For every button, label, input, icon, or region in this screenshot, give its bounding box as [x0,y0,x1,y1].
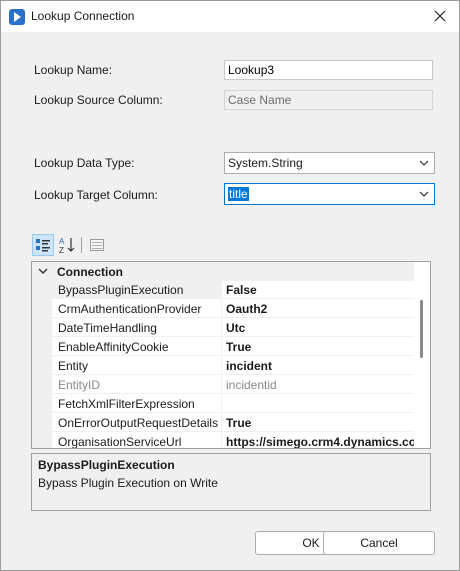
scrollbar-thumb[interactable] [420,300,423,358]
help-description: Bypass Plugin Execution on Write [38,476,218,490]
property-row[interactable]: FetchXmlFilterExpression [32,395,414,414]
property-row[interactable]: DateTimeHandling Utc [32,319,414,338]
property-value[interactable]: False [222,281,414,299]
lookup-source-column-label: Lookup Source Column: [34,93,163,107]
property-value[interactable]: Oauth2 [222,300,414,318]
property-value[interactable]: https://simego.crm4.dynamics.com [222,433,414,448]
property-grid[interactable]: Connection BypassPluginExecution False C… [31,261,431,449]
property-row[interactable]: EntityID incidentid [32,376,414,395]
property-value[interactable]: incident [222,357,414,375]
lookup-source-column-field: Case Name [224,90,433,110]
property-name: Entity [52,357,222,375]
lookup-target-column-label: Lookup Target Column: [34,188,158,202]
category-row-connection[interactable]: Connection [32,262,414,281]
property-help-panel: BypassPluginExecution Bypass Plugin Exec… [31,453,431,511]
alphabetical-view-button[interactable]: A Z [56,234,78,256]
category-label: Connection [57,265,123,279]
property-value[interactable] [222,395,414,413]
property-row[interactable]: OnErrorOutputRequestDetails True [32,414,414,433]
vertical-scrollbar[interactable] [414,262,430,448]
property-name: OnErrorOutputRequestDetails [52,414,222,432]
app-icon [9,9,25,25]
close-icon [434,10,446,22]
svg-text:Z: Z [59,246,64,254]
property-pages-button[interactable] [86,234,108,256]
lookup-name-label: Lookup Name: [34,63,113,77]
property-name: BypassPluginExecution [52,281,222,299]
property-name: CrmAuthenticationProvider [52,300,222,318]
property-name: EntityID [52,376,222,394]
lookup-data-type-label: Lookup Data Type: [34,156,135,170]
lookup-data-type-select[interactable]: System.String [224,152,435,174]
lookup-connection-dialog: Lookup Connection Lookup Name: Lookup3 L… [0,0,460,571]
property-value: incidentid [222,376,414,394]
categorized-view-button[interactable] [32,234,54,256]
property-row[interactable]: Entity incident [32,357,414,376]
property-value[interactable]: Utc [222,319,414,337]
property-row[interactable]: CrmAuthenticationProvider Oauth2 [32,300,414,319]
property-name: OrganisationServiceUrl [52,433,222,448]
cancel-button[interactable]: Cancel [323,531,435,555]
property-row[interactable]: OrganisationServiceUrl https://simego.cr… [32,433,414,448]
property-value[interactable]: True [222,338,414,356]
property-row[interactable]: BypassPluginExecution False [32,281,414,300]
window-title: Lookup Connection [31,9,135,23]
property-value[interactable]: True [222,414,414,432]
property-name: EnableAffinityCookie [52,338,222,356]
property-pages-icon [90,239,104,251]
chevron-down-icon [419,191,429,197]
toolbar-separator [81,237,82,253]
property-row[interactable]: EnableAffinityCookie True [32,338,414,357]
categorized-icon [36,239,50,252]
chevron-down-icon [419,160,429,166]
lookup-target-column-select[interactable]: title [224,183,435,205]
sort-alphabetical-icon: A Z [59,237,75,254]
title-bar: Lookup Connection [1,1,459,32]
help-title: BypassPluginExecution [38,458,175,472]
property-name: FetchXmlFilterExpression [52,395,222,413]
lookup-name-input[interactable]: Lookup3 [224,60,433,80]
property-name: DateTimeHandling [52,319,222,337]
close-button[interactable] [429,5,451,27]
collapse-icon [38,268,48,274]
lookup-target-column-value: title [228,187,249,201]
lookup-data-type-value: System.String [228,156,303,170]
svg-text:A: A [59,237,65,246]
